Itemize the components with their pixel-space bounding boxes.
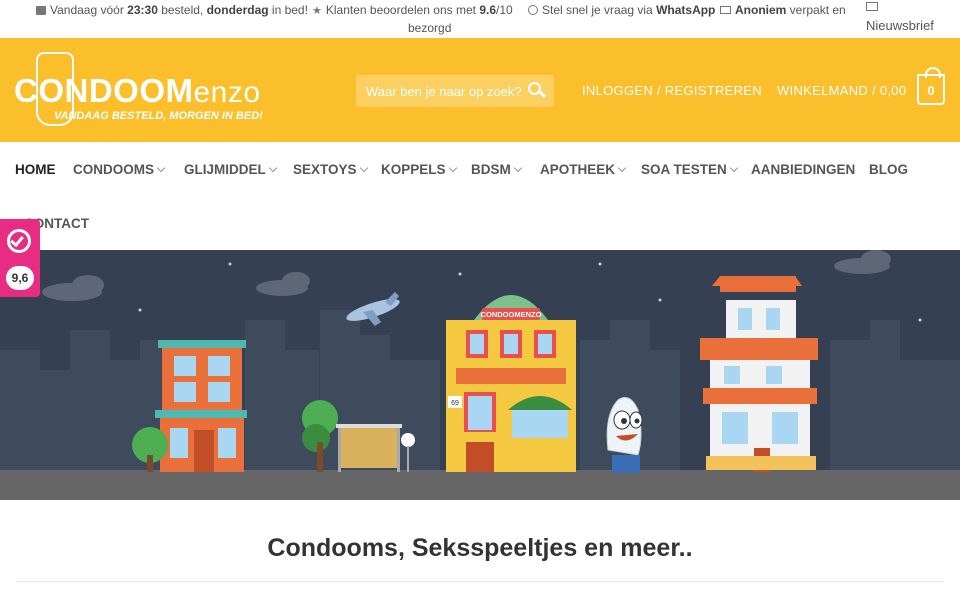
search-box — [356, 75, 554, 107]
nav-item-blog[interactable]: BLOG — [869, 162, 908, 177]
chevron-down-icon — [448, 163, 457, 173]
divider — [16, 581, 944, 582]
nav-item-home[interactable]: HOME — [15, 162, 56, 177]
rating-widget[interactable]: 9,6 — [0, 219, 40, 297]
nav-item-apotheek[interactable]: APOTHEEK — [540, 162, 627, 177]
whatsapp-link[interactable]: Stel snel je vraag via WhatsApp — [528, 3, 715, 17]
chevron-down-icon — [156, 163, 166, 173]
star-icon: ★ — [312, 4, 322, 17]
search-input[interactable] — [356, 75, 526, 107]
nav-item-glijmiddel[interactable]: GLIJMIDDEL — [184, 162, 278, 177]
truck-icon — [36, 5, 46, 15]
mail-icon — [866, 2, 878, 11]
site-logo[interactable]: CONDOOMenzo VANDAAG BESTELD, MORGEN IN B… — [14, 52, 264, 130]
rating-info: ★ Klanten beoordelen ons met 9.6/10 — [312, 3, 513, 17]
nav-item-bdsm[interactable]: BDSM — [471, 162, 522, 177]
main-nav: HOME CONDOOMS GLIJMIDDEL SEXTOYS KOPPELS… — [0, 142, 960, 250]
delivery-info: Vandaag vóór 23:30 besteld, donderdag in… — [36, 3, 308, 17]
shop-sign: CONDOOMENZO — [481, 310, 542, 319]
rating-score: 9,6 — [6, 266, 34, 290]
anonymous-info-cont: bezorgd — [408, 21, 452, 35]
top-info-bar: Vandaag vóór 23:30 besteld, donderdag in… — [0, 0, 960, 38]
page-heading: Condooms, Seksspeeltjes en meer.. — [267, 534, 693, 562]
house-number: 69 — [451, 400, 459, 407]
nav-item-condooms[interactable]: CONDOOMS — [73, 162, 166, 177]
nav-item-aanbiedingen[interactable]: AANBIEDINGEN — [751, 162, 855, 177]
chevron-down-icon — [729, 163, 739, 173]
logo-tagline: VANDAAG BESTELD, MORGEN IN BED! — [54, 110, 263, 122]
chevron-down-icon — [268, 163, 278, 173]
chevron-down-icon — [617, 163, 627, 173]
nav-item-koppels[interactable]: KOPPELS — [381, 162, 457, 177]
newsletter-link[interactable]: Nieuwsbrief — [866, 2, 934, 33]
search-button[interactable] — [528, 82, 547, 100]
cart-count-badge[interactable]: 0 — [917, 67, 945, 105]
chevron-down-icon — [513, 163, 522, 173]
anonymous-info: Anoniem verpakt en — [720, 3, 846, 17]
nav-item-soa-testen[interactable]: SOA TESTEN — [641, 162, 739, 177]
hero-illustration: CONDOOMENZO 69 — [0, 250, 960, 500]
cart-link[interactable]: WINKELMAND / 0,00 — [777, 83, 906, 98]
login-link[interactable]: INLOGGEN / REGISTREREN — [582, 83, 762, 98]
site-header: CONDOOMenzo VANDAAG BESTELD, MORGEN IN B… — [0, 38, 960, 142]
whatsapp-icon — [528, 5, 538, 15]
chevron-down-icon — [359, 163, 368, 173]
nav-item-sextoys[interactable]: SEXTOYS — [293, 162, 368, 177]
envelope-icon — [720, 6, 731, 14]
